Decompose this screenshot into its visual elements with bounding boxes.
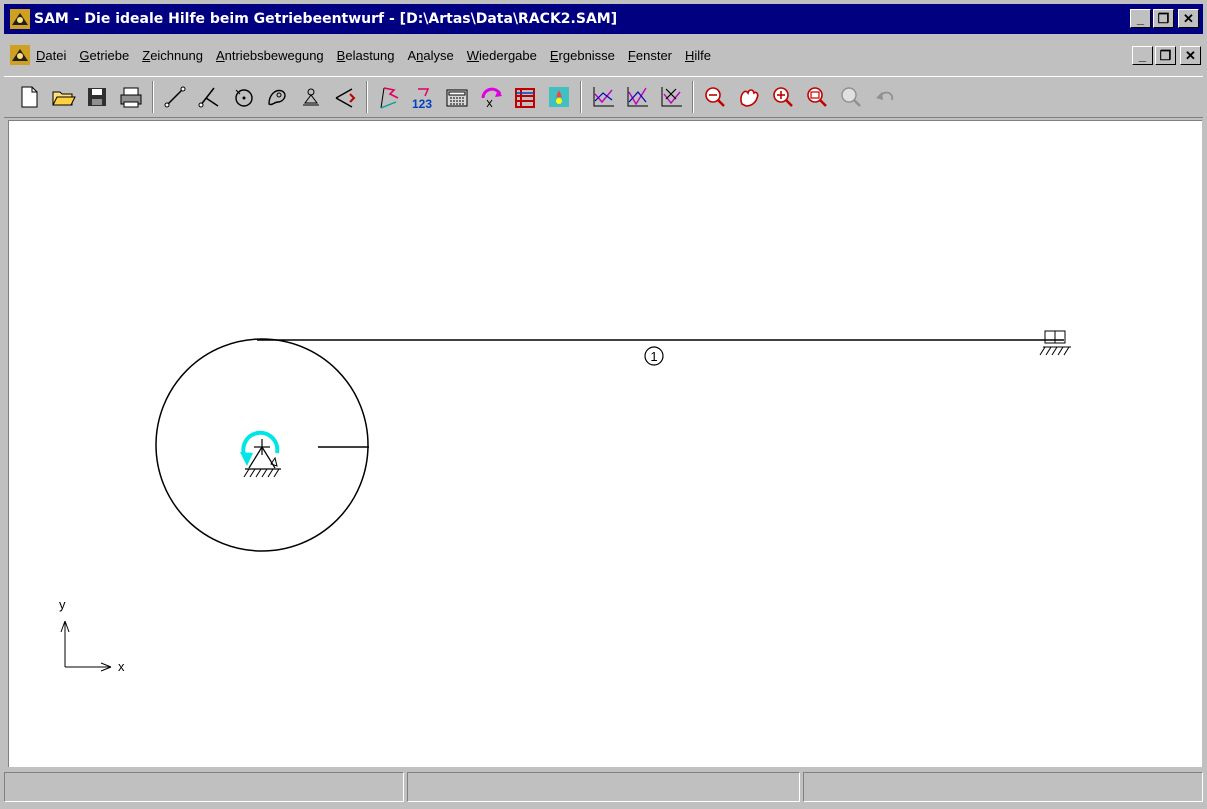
calculator-button[interactable] bbox=[440, 80, 474, 114]
zoom-window-button[interactable] bbox=[800, 80, 834, 114]
rack-ground-support[interactable] bbox=[1039, 330, 1071, 356]
slider-element-button[interactable] bbox=[192, 80, 226, 114]
sam-app-icon[interactable] bbox=[10, 9, 30, 29]
application-window: SAM - Die ideale Hilfe beim Getriebeentw… bbox=[0, 0, 1207, 809]
menu-ergebnisse[interactable]: Ergebnisse bbox=[550, 48, 615, 63]
menu-belastung[interactable]: Belastung bbox=[337, 48, 395, 63]
menu-fenster[interactable]: Fenster bbox=[628, 48, 672, 63]
calculator-icon bbox=[446, 89, 468, 107]
drive-motion-button[interactable] bbox=[474, 80, 508, 114]
coordinate-axes: y x bbox=[59, 597, 125, 674]
print-button[interactable] bbox=[114, 80, 148, 114]
open-folder-icon bbox=[52, 91, 76, 106]
document-system-icon[interactable] bbox=[10, 45, 30, 65]
save-disk-icon bbox=[88, 88, 106, 106]
node-flag-button[interactable] bbox=[372, 80, 406, 114]
svg-text:123: 123 bbox=[412, 97, 432, 110]
document-restore-button[interactable]: ❐ bbox=[1155, 46, 1176, 65]
gear-element-icon bbox=[235, 89, 253, 107]
menu-wiedergabe[interactable]: Wiedergabe bbox=[467, 48, 537, 63]
menu-hilfe[interactable]: Hilfe bbox=[685, 48, 711, 63]
menu-datei[interactable]: Datei bbox=[36, 48, 66, 63]
cam-element-icon bbox=[268, 89, 286, 106]
toolbar: 123 bbox=[4, 76, 1203, 118]
graph-2-button[interactable] bbox=[620, 80, 654, 114]
ground-support-button[interactable] bbox=[294, 80, 328, 114]
beam-element-button[interactable] bbox=[158, 80, 192, 114]
menu-zeichnung[interactable]: Zeichnung bbox=[142, 48, 203, 63]
toolbar-separator bbox=[692, 81, 694, 113]
numbering-123-icon: 123 bbox=[412, 88, 432, 110]
graph-1-icon bbox=[593, 87, 614, 107]
menu-analyse[interactable]: Analyse bbox=[408, 48, 454, 63]
load-button[interactable] bbox=[508, 80, 542, 114]
close-button[interactable]: ✕ bbox=[1178, 9, 1199, 28]
zoom-in-icon bbox=[773, 87, 793, 107]
menu-getriebe[interactable]: Getriebe bbox=[79, 48, 129, 63]
new-file-button[interactable] bbox=[12, 80, 46, 114]
status-panel-1 bbox=[4, 772, 404, 802]
ground-support-icon bbox=[303, 88, 319, 106]
zoom-window-icon bbox=[807, 87, 827, 107]
title-bar[interactable]: SAM - Die ideale Hilfe beim Getriebeentw… bbox=[4, 4, 1203, 34]
axis-x-label: x bbox=[118, 659, 125, 674]
zoom-all-button[interactable] bbox=[834, 80, 868, 114]
restore-button[interactable]: ❐ bbox=[1153, 9, 1174, 28]
gear-element-button[interactable] bbox=[226, 80, 260, 114]
zoom-all-icon bbox=[841, 87, 861, 107]
zoom-out-icon bbox=[705, 87, 725, 107]
minimize-button[interactable]: _ bbox=[1130, 9, 1151, 28]
drawing-canvas[interactable]: 1 y x bbox=[8, 120, 1202, 767]
graph-3-button[interactable] bbox=[654, 80, 688, 114]
undo-icon bbox=[876, 91, 894, 101]
beam-element-icon bbox=[164, 86, 186, 108]
window-title: SAM - Die ideale Hilfe beim Getriebeentw… bbox=[34, 11, 618, 27]
load-icon bbox=[515, 88, 535, 108]
spring-element-icon bbox=[335, 88, 356, 108]
slider-element-icon bbox=[198, 87, 219, 108]
print-icon bbox=[120, 87, 142, 108]
element-label: 1 bbox=[650, 349, 657, 364]
mechanism-drawing: 1 y x bbox=[59, 330, 1071, 674]
menu-bar: Datei Getriebe Zeichnung Antriebsbewegung Be… bbox=[4, 36, 1203, 74]
node-flag-icon bbox=[380, 87, 399, 109]
toolbar-separator bbox=[366, 81, 368, 113]
cam-element-button[interactable] bbox=[260, 80, 294, 114]
pan-hand-icon bbox=[740, 89, 759, 107]
toolbar-separator bbox=[152, 81, 154, 113]
graph-1-button[interactable] bbox=[586, 80, 620, 114]
open-folder-button[interactable] bbox=[46, 80, 80, 114]
numbering-123-button[interactable]: 123 bbox=[406, 80, 440, 114]
status-panel-3 bbox=[803, 772, 1203, 802]
graph-3-icon bbox=[661, 87, 682, 107]
status-bar bbox=[4, 772, 1203, 804]
drive-motion-icon bbox=[481, 87, 502, 108]
document-minimize-button[interactable]: _ bbox=[1132, 46, 1153, 65]
menu-antriebsbewegung[interactable]: Antriebsbewegung bbox=[216, 48, 324, 63]
zoom-out-button[interactable] bbox=[698, 80, 732, 114]
document-close-button[interactable]: ✕ bbox=[1180, 46, 1201, 65]
toolbar-separator bbox=[580, 81, 582, 113]
new-file-icon bbox=[21, 86, 38, 108]
graph-2-icon bbox=[627, 87, 648, 107]
spring-element-button[interactable] bbox=[328, 80, 362, 114]
drive-motion-arrow-icon[interactable] bbox=[240, 430, 280, 466]
save-disk-button[interactable] bbox=[80, 80, 114, 114]
undo-button[interactable] bbox=[868, 80, 902, 114]
axis-y-label: y bbox=[59, 597, 66, 612]
animation-icon bbox=[549, 87, 569, 107]
zoom-in-button[interactable] bbox=[766, 80, 800, 114]
animation-button[interactable] bbox=[542, 80, 576, 114]
pan-hand-button[interactable] bbox=[732, 80, 766, 114]
status-panel-2 bbox=[407, 772, 800, 802]
